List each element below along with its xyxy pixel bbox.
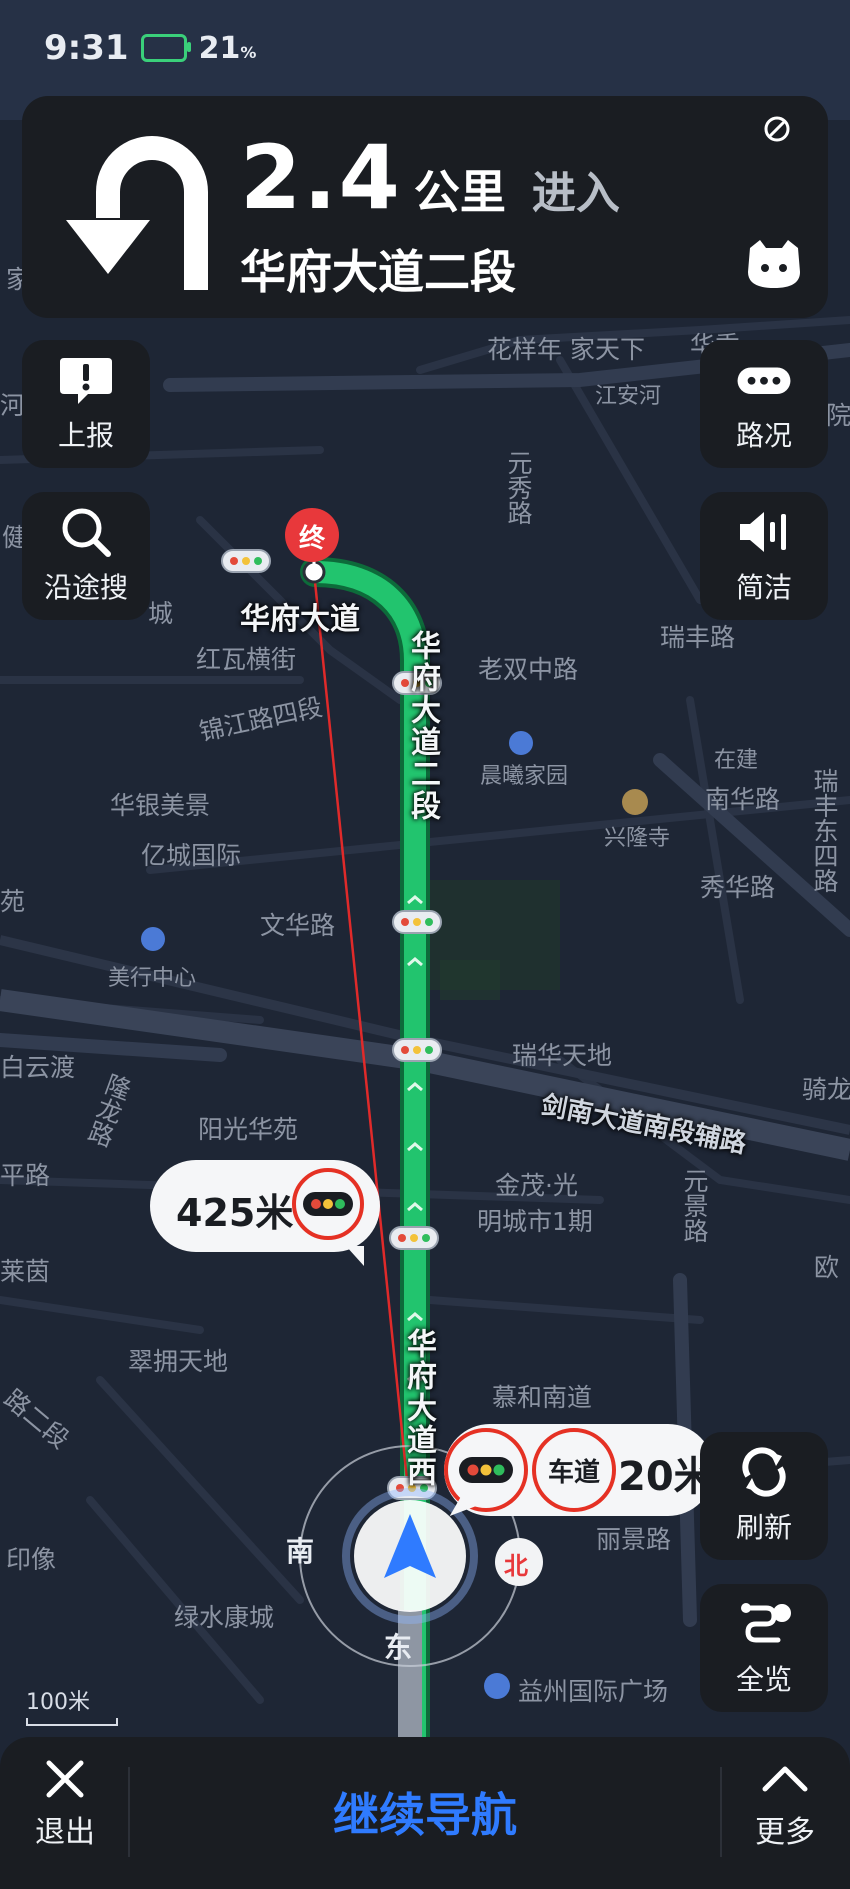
map-label: 瑞华天地	[512, 1041, 613, 1070]
distance-readout: 2.4 公里 进入	[240, 126, 620, 229]
map-label: 欧	[814, 1253, 840, 1282]
map-label: 晨曦家园	[480, 764, 569, 789]
distance-unit: 公里	[413, 165, 506, 219]
traffic-dots-icon	[737, 367, 791, 394]
map-label: 元景路	[680, 1168, 709, 1243]
road-label-huafu-avenue: 华府大道	[240, 602, 360, 637]
report-button[interactable]: 上报	[22, 340, 150, 468]
map-label: 在建	[714, 748, 759, 773]
close-icon	[46, 1760, 84, 1798]
traffic-button[interactable]: 路况	[700, 340, 828, 468]
map-label: 明城市1期	[477, 1207, 593, 1236]
map-label: 兴隆寺	[604, 826, 671, 851]
map-label: 院	[826, 401, 850, 430]
map-label: 南华路	[705, 785, 781, 814]
speaker-icon	[740, 512, 786, 552]
u-turn-left-icon	[66, 136, 208, 290]
search-icon	[62, 508, 111, 557]
more-label: 更多	[755, 1815, 815, 1850]
map-label: 亿城国际	[141, 841, 242, 870]
overview-label: 全览	[735, 1663, 792, 1696]
callout-distance: 425米	[176, 1191, 294, 1235]
map-label: 瑞丰路	[660, 623, 736, 652]
compass-south: 南	[286, 1535, 315, 1568]
traffic-light-icon	[221, 549, 271, 573]
map-label: 慕和南道	[492, 1383, 593, 1412]
overview-button[interactable]: 全览	[700, 1584, 828, 1712]
map-label: 老双中路	[478, 655, 579, 684]
exit-label: 退出	[35, 1815, 95, 1850]
voice-assistant-icon[interactable]	[744, 236, 804, 292]
search-along-label: 沿途搜	[43, 571, 128, 604]
map-label: 江安河	[595, 384, 662, 409]
map-label: 莱茵	[0, 1257, 51, 1286]
gps-signal-icon	[764, 116, 790, 142]
destination-badge: 终	[298, 524, 325, 554]
map-label: 美行中心	[108, 966, 197, 991]
map-label: 白云渡	[0, 1053, 76, 1082]
guidance-action: 进入	[531, 168, 620, 219]
traffic-light-icon	[444, 1428, 528, 1512]
map-label: 红瓦横街	[196, 645, 297, 674]
more-button[interactable]: 更多	[730, 1757, 840, 1867]
map-label: 瑞丰东四路	[810, 768, 839, 893]
clock: 9:31	[44, 28, 129, 68]
compass-north: 北	[504, 1552, 528, 1580]
lane-label: 车道	[547, 1457, 600, 1488]
traffic-label: 路况	[735, 419, 792, 452]
next-road-name: 华府大道二段	[240, 245, 516, 299]
map-label: 秀华路	[700, 873, 776, 902]
chevron-up-icon	[762, 1766, 808, 1792]
map-label: 益州国际广场	[518, 1677, 669, 1706]
lane-label-ring: 车道	[532, 1428, 616, 1512]
status-bar: 9:31 21%	[44, 26, 256, 70]
voice-mode-label: 简洁	[735, 571, 792, 604]
map-label: 元秀路	[504, 450, 533, 525]
route-overview-icon	[741, 1603, 791, 1643]
map-label: 平路	[0, 1161, 51, 1190]
distance-value: 2.4	[240, 126, 402, 229]
road-label-huafu-avenue-2: 华府大道二段	[405, 630, 440, 822]
battery-charging-icon	[140, 34, 191, 62]
voice-mode-button[interactable]: 简洁	[700, 492, 828, 620]
map-label: 阳光华苑	[198, 1115, 299, 1144]
battery-level: 21%	[198, 30, 257, 66]
map-label: 花样年 家天下	[487, 335, 645, 364]
report-icon	[60, 358, 112, 404]
exit-button[interactable]: 退出	[10, 1757, 120, 1867]
continue-navigation-button[interactable]: 继续导航	[130, 1767, 720, 1857]
compass-east: 东	[384, 1631, 413, 1664]
refresh-button[interactable]: 刷新	[700, 1432, 828, 1560]
report-label: 上报	[57, 419, 114, 452]
map-label: 文华路	[260, 911, 336, 940]
map-label: 金茂·光	[495, 1171, 578, 1200]
scale-label: 100米	[26, 1690, 90, 1715]
road-label-huafu-avenue-bottom: 华府大道西	[401, 1328, 436, 1488]
lane-callout: 车道 20米	[444, 1424, 714, 1526]
map-label: 丽景路	[596, 1525, 672, 1554]
bottom-bar: 退出 继续导航 更多	[0, 1737, 850, 1889]
map-label: 绿水康城	[174, 1603, 275, 1632]
map-label: 翠拥天地	[128, 1347, 229, 1376]
map-label: 城	[148, 599, 174, 628]
map-scale: 100米	[26, 1684, 118, 1726]
map-label: 苑	[0, 887, 26, 916]
map-label: 华银美景	[110, 791, 211, 820]
search-along-button[interactable]: 沿途搜	[22, 492, 150, 620]
refresh-icon	[742, 1447, 786, 1497]
map-label: 印像	[6, 1545, 57, 1574]
traffic-light-icon	[292, 1168, 364, 1240]
traffic-light-distance-callout: 425米	[150, 1160, 380, 1266]
guidance-panel[interactable]: 2.4 公里 进入 华府大道二段	[22, 96, 828, 318]
map-label: 骑龙	[802, 1075, 850, 1104]
refresh-label: 刷新	[735, 1511, 792, 1544]
